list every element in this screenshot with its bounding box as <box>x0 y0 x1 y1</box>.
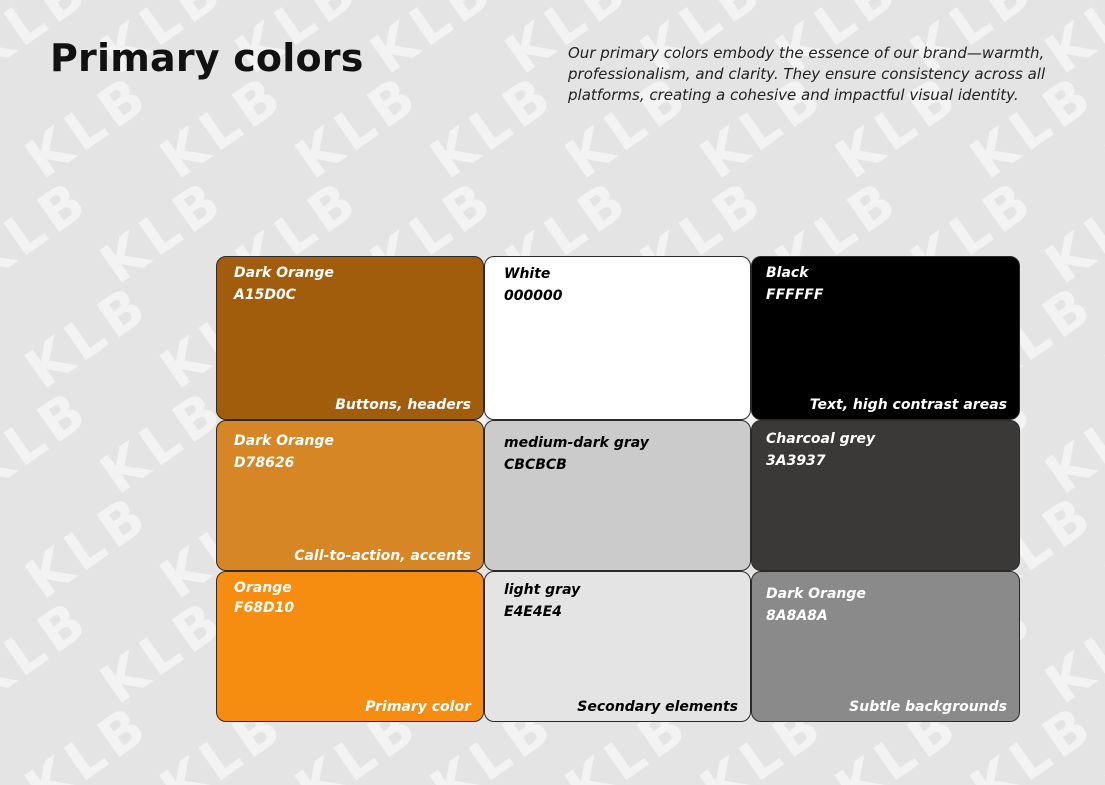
swatch-hex: E4E4E4 <box>504 604 562 620</box>
watermark-logo: KLB <box>1094 691 1105 785</box>
watermark-logo: KLB <box>14 481 162 612</box>
swatch-medium-dark-gray: medium-dark gray CBCBCB <box>484 420 751 571</box>
swatch-usage: Buttons, headers <box>335 397 471 413</box>
swatch-hex: 8A8A8A <box>766 608 828 624</box>
watermark-logo: KLB <box>89 586 237 717</box>
swatch-white: White 000000 <box>484 256 751 420</box>
watermark-logo: KLB <box>359 0 507 87</box>
swatch-black: Black FFFFFF Text, high contrast areas <box>751 256 1020 420</box>
watermark-logo: KLB <box>1094 481 1105 612</box>
watermark-logo: KLB <box>1034 586 1105 717</box>
watermark-logo: KLB <box>1094 271 1105 402</box>
swatch-name: White <box>504 266 551 282</box>
swatch-hex: CBCBCB <box>504 457 567 473</box>
swatch-dark-orange-a15d0c: Dark Orange A15D0C Buttons, headers <box>216 256 484 420</box>
swatch-usage: Secondary elements <box>577 699 738 715</box>
watermark-logo: KLB <box>14 271 162 402</box>
swatch-hex: FFFFFF <box>766 287 824 303</box>
swatch-usage: Subtle backgrounds <box>849 699 1007 715</box>
swatch-light-gray: light gray E4E4E4 Secondary elements <box>484 571 751 722</box>
watermark-logo: KLB <box>1094 61 1105 192</box>
swatch-usage: Text, high contrast areas <box>809 397 1007 413</box>
watermark-logo: KLB <box>14 691 162 785</box>
swatch-charcoal-grey: Charcoal grey 3A3937 <box>751 420 1020 571</box>
swatch-name: medium-dark gray <box>504 435 649 451</box>
intro-paragraph: Our primary colors embody the essence of… <box>568 44 1046 104</box>
swatch-hex: 000000 <box>504 288 563 304</box>
watermark-logo: KLB <box>89 376 237 507</box>
watermark-logo: KLB <box>0 586 102 717</box>
color-swatch-grid: Dark Orange A15D0C Buttons, headers Whit… <box>216 256 1020 722</box>
swatch-name: Dark Orange <box>234 433 334 449</box>
swatch-name: Orange <box>234 580 292 596</box>
watermark-logo: KLB <box>284 61 432 192</box>
watermark-logo: KLB <box>149 61 297 192</box>
watermark-logo: KLB <box>89 166 237 297</box>
swatch-hex: 3A3937 <box>766 453 826 469</box>
swatch-usage: Primary color <box>365 699 471 715</box>
watermark-logo: KLB <box>1034 376 1105 507</box>
swatch-name: light gray <box>504 582 581 598</box>
page-title: Primary colors <box>50 36 364 80</box>
swatch-name: Dark Orange <box>766 586 866 602</box>
swatch-dark-orange-d78626: Dark Orange D78626 Call-to-action, accen… <box>216 420 484 571</box>
swatch-hex: A15D0C <box>234 287 296 303</box>
swatch-hex: D78626 <box>234 455 295 471</box>
swatch-name: Black <box>766 265 809 281</box>
swatch-dark-orange-8a8a8a: Dark Orange 8A8A8A Subtle backgrounds <box>751 571 1020 722</box>
swatch-usage: Call-to-action, accents <box>294 548 471 564</box>
watermark-logo: KLB <box>14 61 162 192</box>
swatch-name: Charcoal grey <box>766 431 876 447</box>
watermark-logo: KLB <box>1034 166 1105 297</box>
swatch-hex: F68D10 <box>234 600 295 616</box>
watermark-logo: KLB <box>0 376 102 507</box>
watermark-logo: KLB <box>419 61 567 192</box>
watermark-logo: KLB <box>0 166 102 297</box>
swatch-name: Dark Orange <box>234 265 334 281</box>
swatch-orange: Orange F68D10 Primary color <box>216 571 484 722</box>
